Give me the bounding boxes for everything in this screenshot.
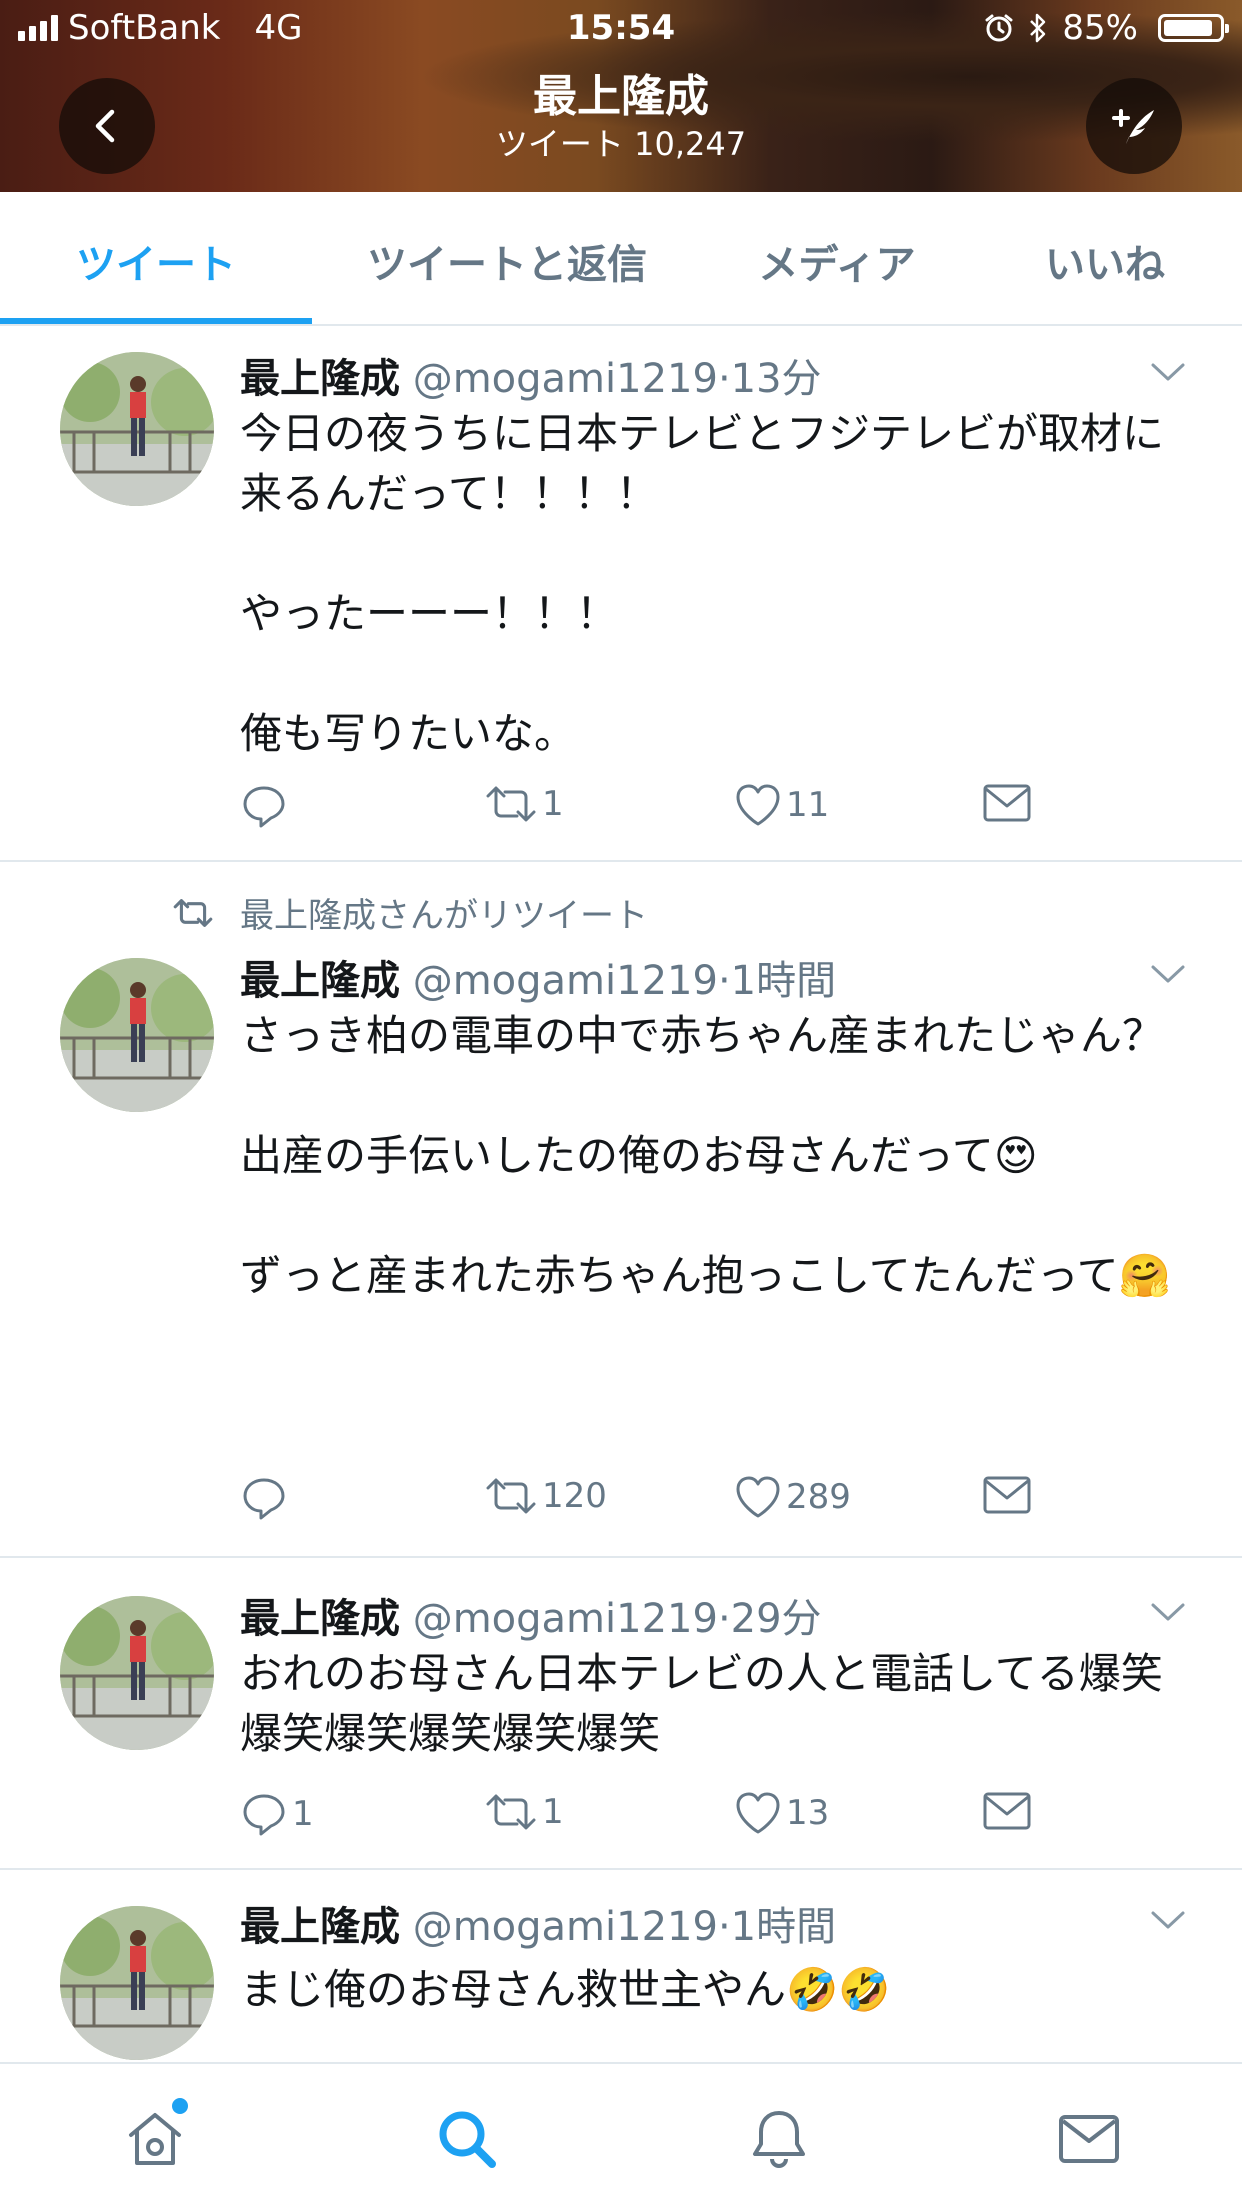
- retweet-count: 120: [542, 1476, 607, 1516]
- reply-icon: [243, 1478, 285, 1520]
- bluetooth-icon: [1030, 13, 1046, 43]
- retweet-icon: [486, 1478, 536, 1514]
- chevron-down-icon[interactable]: [1150, 360, 1186, 384]
- envelope-icon: [1059, 2115, 1119, 2163]
- tweet-text: さっき柏の電車の中で赤ちゃん産まれたじゃん？ 出産の手伝いしたの俺のお母さんだっ…: [240, 1011, 1171, 1300]
- active-tab-indicator: [0, 318, 312, 324]
- tweet-actions: 1 11: [240, 782, 1060, 832]
- tweet-text: おれのお母さん日本テレビの人と電話してる爆笑爆笑爆笑爆笑爆笑爆笑: [240, 1649, 1163, 1758]
- avatar[interactable]: [60, 1906, 214, 2060]
- heart-icon: [736, 1476, 780, 1518]
- tweet-time: 29分: [730, 1596, 822, 1642]
- nav-home[interactable]: [120, 2098, 190, 2174]
- like-count: 13: [786, 1793, 830, 1833]
- tweet-text: まじ俺のお母さん救世主やん🤣🤣: [240, 1965, 891, 2014]
- like-button[interactable]: 11: [734, 782, 829, 828]
- battery-icon: [1158, 14, 1229, 42]
- retweet-button[interactable]: 1: [484, 1790, 564, 1834]
- handle[interactable]: @mogami1219: [413, 1904, 718, 1950]
- tab-media[interactable]: メディア: [702, 232, 972, 290]
- alarm-icon: [985, 14, 1013, 42]
- header-title: 最上隆成 ツイート 10,247: [0, 70, 1242, 164]
- retweet-count: 1: [542, 784, 564, 824]
- tweet-time: 1時間: [730, 958, 837, 1004]
- home-icon: [129, 2113, 181, 2165]
- handle[interactable]: @mogami1219: [413, 356, 718, 402]
- heart-icon: [736, 1792, 780, 1834]
- battery-percent: 85%: [1062, 8, 1138, 48]
- compose-button[interactable]: [1086, 78, 1182, 174]
- tweet-time: 13分: [730, 356, 822, 402]
- avatar[interactable]: [60, 352, 214, 506]
- tweet-actions: 120 289: [240, 1474, 1060, 1524]
- retweet-button[interactable]: 120: [484, 1474, 607, 1518]
- chevron-down-icon[interactable]: [1150, 962, 1186, 986]
- search-icon: [439, 2111, 496, 2168]
- notification-dot: [172, 2098, 188, 2114]
- display-name[interactable]: 最上隆成: [240, 1904, 400, 1950]
- display-name[interactable]: 最上隆成: [240, 958, 400, 1004]
- tab-tweets[interactable]: ツイート: [0, 232, 312, 290]
- retweet-count: 1: [542, 1792, 564, 1832]
- envelope-icon: [983, 1476, 1031, 1514]
- tweet-header: 最上隆成 @mogami1219·29分: [240, 1596, 822, 1642]
- tweet-count: ツイート 10,247: [495, 125, 747, 163]
- tweet-actions: 1 1 13: [240, 1790, 1060, 1840]
- tab-likes[interactable]: いいね: [990, 232, 1220, 290]
- tweet-header: 最上隆成 @mogami1219·1時間: [240, 1904, 837, 1950]
- tweet-card[interactable]: 最上隆成 @mogami1219·1時間 まじ俺のお母さん救世主やん🤣🤣: [0, 1870, 1242, 2062]
- retweet-icon: [173, 899, 213, 927]
- handle[interactable]: @mogami1219: [413, 1596, 718, 1642]
- avatar[interactable]: [60, 1596, 214, 1750]
- reply-icon: [243, 1794, 285, 1836]
- retweet-icon: [486, 786, 536, 822]
- tab-tweets-and-replies[interactable]: ツイートと返信: [332, 232, 682, 290]
- reply-button[interactable]: [240, 782, 292, 830]
- display-name[interactable]: 最上隆成: [240, 356, 400, 402]
- retweet-button[interactable]: 1: [484, 782, 564, 826]
- tweet-card[interactable]: 最上隆成さんがリツイート 最上隆成 @mogami1219·1時間 さっき柏の電…: [0, 862, 1242, 1558]
- handle[interactable]: @mogami1219: [413, 958, 718, 1004]
- tweet-card[interactable]: 最上隆成 @mogami1219·13分 今日の夜うちに日本テレビとフジテレビが…: [0, 326, 1242, 862]
- tweet-header: 最上隆成 @mogami1219·1時間: [240, 958, 837, 1004]
- envelope-icon: [983, 784, 1031, 822]
- avatar[interactable]: [60, 958, 214, 1112]
- reply-icon: [243, 786, 285, 828]
- tweet-card[interactable]: 最上隆成 @mogami1219·29分 おれのお母さん日本テレビの人と電話して…: [0, 1558, 1242, 1870]
- chevron-down-icon[interactable]: [1150, 1600, 1186, 1624]
- display-name[interactable]: 最上隆成: [240, 1596, 400, 1642]
- tweet-time: 1時間: [730, 1904, 837, 1950]
- bottom-tab-bar: [0, 2062, 1242, 2210]
- like-count: 289: [786, 1477, 851, 1517]
- heart-icon: [736, 784, 780, 826]
- like-button[interactable]: 289: [734, 1474, 851, 1520]
- bell-icon: [753, 2111, 805, 2168]
- like-button[interactable]: 13: [734, 1790, 829, 1836]
- reply-count: 1: [292, 1794, 314, 1834]
- envelope-icon: [983, 1792, 1031, 1830]
- reply-button[interactable]: 1: [240, 1790, 314, 1838]
- like-count: 11: [786, 785, 830, 825]
- nav-notifications[interactable]: [744, 2104, 814, 2174]
- retweeted-by-label[interactable]: 最上隆成さんがリツイート: [240, 888, 648, 937]
- profile-tabs: ツイート ツイートと返信 メディア いいね: [0, 192, 1242, 326]
- dm-button[interactable]: [982, 1474, 1032, 1516]
- profile-header: SoftBank 4G 15:54 85% 最上隆成 ツイート 10,247: [0, 0, 1242, 192]
- profile-name: 最上隆成: [533, 71, 709, 122]
- reply-button[interactable]: [240, 1474, 292, 1522]
- status-bar: SoftBank 4G 15:54 85%: [0, 0, 1242, 60]
- chevron-down-icon[interactable]: [1150, 1908, 1186, 1932]
- nav-search[interactable]: [432, 2104, 502, 2174]
- compose-tweet-icon: [1112, 109, 1154, 144]
- tweet-text: 今日の夜うちに日本テレビとフジテレビが取材に来るんだって！！！！ やったーーー！…: [240, 409, 1165, 758]
- tweet-header: 最上隆成 @mogami1219·13分: [240, 356, 822, 402]
- dm-button[interactable]: [982, 1790, 1032, 1832]
- nav-messages[interactable]: [1054, 2104, 1124, 2174]
- dm-button[interactable]: [982, 782, 1032, 824]
- retweet-icon: [486, 1794, 536, 1830]
